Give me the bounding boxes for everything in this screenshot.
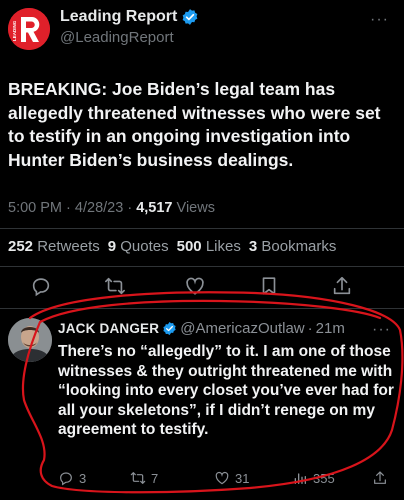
- reply-retweet-button[interactable]: 7: [130, 470, 158, 486]
- reply-retweets-count: 7: [151, 470, 159, 486]
- svg-text:LEADING: LEADING: [12, 20, 17, 41]
- share-icon: [374, 471, 386, 484]
- author-display-name[interactable]: Leading Report: [60, 8, 177, 26]
- quotes-stat[interactable]: 9 Quotes: [108, 238, 169, 255]
- reply-icon[interactable]: [30, 275, 52, 297]
- like-icon: [215, 471, 229, 485]
- tweet-action-bar: [0, 275, 404, 303]
- reply-like-button[interactable]: 31: [214, 470, 249, 486]
- like-icon[interactable]: [184, 275, 206, 297]
- more-options-icon[interactable]: ···: [370, 12, 389, 28]
- reply-views-count: 355: [313, 470, 335, 486]
- tweet-time[interactable]: 5:00 PM: [8, 200, 62, 216]
- views-icon: [294, 473, 306, 484]
- reply-time[interactable]: 21m: [316, 320, 345, 337]
- reply-text: There’s no “allegedly” to it. I am one o…: [58, 343, 394, 438]
- divider: [0, 308, 404, 309]
- divider: [0, 266, 404, 267]
- retweet-icon: [130, 472, 146, 484]
- reply-likes-count: 31: [235, 470, 250, 486]
- bookmark-icon[interactable]: [258, 275, 280, 297]
- reply-action-bar: 3 7 31 355: [58, 470, 398, 490]
- leading-report-logo: LEADING: [8, 8, 50, 50]
- reply-header: JACK DANGER @AmericazOutlaw · 21m: [58, 320, 345, 337]
- retweet-icon[interactable]: [104, 275, 126, 297]
- tweet-stats: 252 Retweets 9 Quotes 500 Likes 3 Bookma…: [8, 238, 336, 255]
- more-options-icon[interactable]: ···: [372, 322, 391, 338]
- retweets-stat[interactable]: 252 Retweets: [8, 238, 100, 255]
- avatar-portrait: [8, 318, 52, 362]
- author-name[interactable]: Leading Report: [60, 8, 199, 26]
- tweet-text: BREAKING: Joe Biden’s legal team has all…: [8, 78, 398, 172]
- share-icon[interactable]: [331, 275, 353, 297]
- reply-replies-count: 3: [79, 470, 87, 486]
- tweet-date[interactable]: 4/28/23: [75, 200, 123, 216]
- reply-avatar[interactable]: [8, 318, 52, 362]
- tweet-text-lead: BREAKING:: [8, 79, 108, 99]
- avatar[interactable]: LEADING: [8, 8, 50, 50]
- reply-icon: [60, 472, 72, 486]
- likes-stat[interactable]: 500 Likes: [177, 238, 241, 255]
- verified-badge-icon: [181, 8, 199, 26]
- author-handle[interactable]: @LeadingReport: [60, 29, 174, 46]
- views-count: 4,517: [136, 200, 173, 216]
- reply-author-name[interactable]: JACK DANGER: [58, 321, 159, 336]
- bookmarks-stat[interactable]: 3 Bookmarks: [249, 238, 337, 255]
- reply-reply-button[interactable]: 3: [58, 470, 86, 486]
- reply-views-button[interactable]: 355: [292, 470, 335, 486]
- divider: [0, 228, 404, 229]
- reply-author-handle[interactable]: @AmericazOutlaw: [180, 320, 304, 337]
- reply-share-button[interactable]: [372, 470, 388, 486]
- views-label: Views: [176, 200, 215, 216]
- verified-badge-icon: [162, 321, 177, 336]
- tweet-meta: 5:00 PM · 4/28/23 · 4,517 Views: [8, 200, 215, 216]
